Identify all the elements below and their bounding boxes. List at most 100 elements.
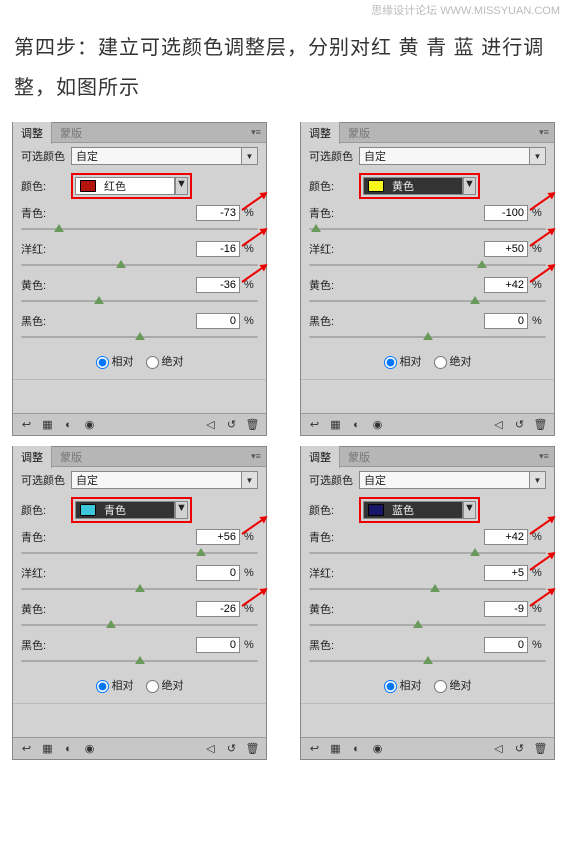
preset-dropdown[interactable]: 自定▼ xyxy=(359,471,546,489)
preset-dropdown[interactable]: 自定▼ xyxy=(71,147,258,165)
slider-value-input[interactable] xyxy=(484,277,528,293)
tab-adjustments[interactable]: 调整 xyxy=(301,446,340,468)
slider-track[interactable] xyxy=(21,259,258,271)
trash-icon[interactable]: 🗑 xyxy=(533,741,548,756)
reset-icon[interactable]: ↺ xyxy=(224,417,239,432)
color-dropdown[interactable]: 青色 xyxy=(75,501,175,519)
radio-absolute[interactable]: 绝对 xyxy=(434,356,472,368)
radio-relative[interactable]: 相对 xyxy=(96,356,134,368)
slider-value-input[interactable] xyxy=(484,205,528,221)
slider-value-input[interactable] xyxy=(196,637,240,653)
chevron-down-icon[interactable]: ▼ xyxy=(529,148,545,164)
slider-track[interactable] xyxy=(21,547,258,559)
slider-thumb[interactable] xyxy=(135,332,145,340)
visibility-icon[interactable]: ◉ xyxy=(82,741,97,756)
clip-icon[interactable]: ◐ xyxy=(349,741,364,756)
chevron-down-icon[interactable]: ▼ xyxy=(241,148,257,164)
visibility-icon[interactable]: ◉ xyxy=(82,417,97,432)
color-dropdown[interactable]: 蓝色 xyxy=(363,501,463,519)
radio-relative[interactable]: 相对 xyxy=(384,356,422,368)
slider-value-input[interactable] xyxy=(196,565,240,581)
radio-absolute[interactable]: 绝对 xyxy=(146,680,184,692)
prev-icon[interactable]: ◁ xyxy=(203,741,218,756)
clip-icon[interactable]: ◐ xyxy=(349,417,364,432)
slider-thumb[interactable] xyxy=(116,260,126,268)
panel-menu-icon[interactable]: ▾≡ xyxy=(536,449,552,463)
back-icon[interactable]: ↩ xyxy=(307,417,322,432)
slider-track[interactable] xyxy=(309,655,546,667)
preset-dropdown[interactable]: 自定▼ xyxy=(71,471,258,489)
slider-thumb[interactable] xyxy=(430,584,440,592)
slider-thumb[interactable] xyxy=(311,224,321,232)
prev-icon[interactable]: ◁ xyxy=(203,417,218,432)
slider-track[interactable] xyxy=(21,655,258,667)
slider-value-input[interactable] xyxy=(196,241,240,257)
slider-value-input[interactable] xyxy=(484,241,528,257)
slider-thumb[interactable] xyxy=(470,296,480,304)
slider-track[interactable] xyxy=(21,583,258,595)
slider-track[interactable] xyxy=(21,295,258,307)
panel-menu-icon[interactable]: ▾≡ xyxy=(248,125,264,139)
radio-absolute[interactable]: 绝对 xyxy=(146,356,184,368)
slider-thumb[interactable] xyxy=(135,584,145,592)
slider-track[interactable] xyxy=(309,259,546,271)
slider-value-input[interactable] xyxy=(484,313,528,329)
back-icon[interactable]: ↩ xyxy=(19,741,34,756)
slider-thumb[interactable] xyxy=(477,260,487,268)
slider-value-input[interactable] xyxy=(484,637,528,653)
chevron-down-icon[interactable]: ▼ xyxy=(463,177,476,195)
slider-track[interactable] xyxy=(309,223,546,235)
slider-thumb[interactable] xyxy=(54,224,64,232)
visibility-icon[interactable]: ◉ xyxy=(370,417,385,432)
color-dropdown[interactable]: 黄色 xyxy=(363,177,463,195)
prev-icon[interactable]: ◁ xyxy=(491,417,506,432)
tab-masks[interactable]: 蒙版 xyxy=(340,446,378,468)
tab-adjustments[interactable]: 调整 xyxy=(301,122,340,144)
panel-menu-icon[interactable]: ▾≡ xyxy=(248,449,264,463)
tab-masks[interactable]: 蒙版 xyxy=(340,122,378,144)
slider-thumb[interactable] xyxy=(196,548,206,556)
slider-value-input[interactable] xyxy=(484,601,528,617)
radio-relative[interactable]: 相对 xyxy=(384,680,422,692)
clip-icon[interactable]: ◐ xyxy=(61,417,76,432)
clip-icon[interactable]: ◐ xyxy=(61,741,76,756)
slider-track[interactable] xyxy=(309,331,546,343)
slider-thumb[interactable] xyxy=(470,548,480,556)
slider-thumb[interactable] xyxy=(413,620,423,628)
prev-icon[interactable]: ◁ xyxy=(491,741,506,756)
chevron-down-icon[interactable]: ▼ xyxy=(463,501,476,519)
slider-track[interactable] xyxy=(309,547,546,559)
slider-value-input[interactable] xyxy=(484,529,528,545)
chevron-down-icon[interactable]: ▼ xyxy=(175,501,188,519)
trash-icon[interactable]: 🗑 xyxy=(245,417,260,432)
visibility-icon[interactable]: ◉ xyxy=(370,741,385,756)
trash-icon[interactable]: 🗑 xyxy=(533,417,548,432)
slider-thumb[interactable] xyxy=(423,656,433,664)
chevron-down-icon[interactable]: ▼ xyxy=(175,177,188,195)
slider-thumb[interactable] xyxy=(423,332,433,340)
tab-masks[interactable]: 蒙版 xyxy=(52,446,90,468)
slider-track[interactable] xyxy=(309,583,546,595)
slider-value-input[interactable] xyxy=(196,313,240,329)
panel-menu-icon[interactable]: ▾≡ xyxy=(536,125,552,139)
slider-value-input[interactable] xyxy=(484,565,528,581)
new-layer-icon[interactable]: ▦ xyxy=(40,741,55,756)
slider-value-input[interactable] xyxy=(196,277,240,293)
slider-track[interactable] xyxy=(309,619,546,631)
chevron-down-icon[interactable]: ▼ xyxy=(529,472,545,488)
slider-track[interactable] xyxy=(21,619,258,631)
color-dropdown[interactable]: 红色 xyxy=(75,177,175,195)
tab-masks[interactable]: 蒙版 xyxy=(52,122,90,144)
preset-dropdown[interactable]: 自定▼ xyxy=(359,147,546,165)
slider-value-input[interactable] xyxy=(196,529,240,545)
new-layer-icon[interactable]: ▦ xyxy=(328,741,343,756)
radio-relative[interactable]: 相对 xyxy=(96,680,134,692)
new-layer-icon[interactable]: ▦ xyxy=(40,417,55,432)
slider-value-input[interactable] xyxy=(196,205,240,221)
slider-thumb[interactable] xyxy=(135,656,145,664)
slider-value-input[interactable] xyxy=(196,601,240,617)
slider-thumb[interactable] xyxy=(94,296,104,304)
slider-track[interactable] xyxy=(21,223,258,235)
radio-absolute[interactable]: 绝对 xyxy=(434,680,472,692)
tab-adjustments[interactable]: 调整 xyxy=(13,446,52,468)
